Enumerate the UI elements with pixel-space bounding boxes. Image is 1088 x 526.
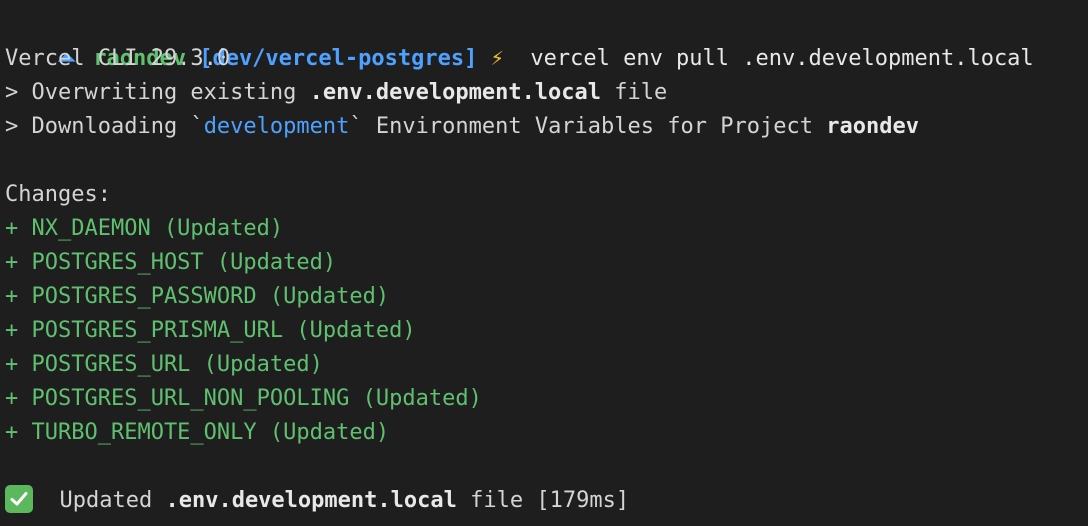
change-item: + POSTGRES_URL_NON_POOLING (Updated) xyxy=(5,386,482,411)
change-item: + POSTGRES_PRISMA_URL (Updated) xyxy=(5,318,416,343)
result-file: .env.development.local xyxy=(165,488,457,513)
result-message: Updated .env.development.local file [179… xyxy=(5,484,1088,518)
prompt-branch: [dev/vercel-postgres] xyxy=(199,46,478,71)
prompt-line: ⏶ raondev [dev/vercel-postgres] ⚡ vercel… xyxy=(5,8,1088,71)
changes-heading: Changes: xyxy=(5,182,111,207)
change-item: + POSTGRES_HOST (Updated) xyxy=(5,250,337,275)
change-item: + TURBO_REMOTE_ONLY (Updated) xyxy=(5,420,390,445)
change-item: + POSTGRES_PASSWORD (Updated) xyxy=(5,284,390,309)
download-project: raondev xyxy=(826,114,919,139)
command-text: vercel env pull .env.development.local xyxy=(530,46,1034,71)
change-item: + POSTGRES_URL (Updated) xyxy=(5,352,323,377)
terminal-window[interactable]: ⏶ raondev [dev/vercel-postgres] ⚡ vercel… xyxy=(0,0,1088,526)
lightning-bolt-icon: ⚡ xyxy=(490,46,504,71)
check-mark-icon xyxy=(5,485,33,513)
overwrite-file: .env.development.local xyxy=(309,80,602,105)
download-environment: development xyxy=(203,114,350,139)
overwrite-message: > Overwriting existing .env.development.… xyxy=(5,80,668,105)
change-item: + NX_DAEMON (Updated) xyxy=(5,216,284,241)
download-message: > Downloading `development` Environment … xyxy=(5,114,919,139)
